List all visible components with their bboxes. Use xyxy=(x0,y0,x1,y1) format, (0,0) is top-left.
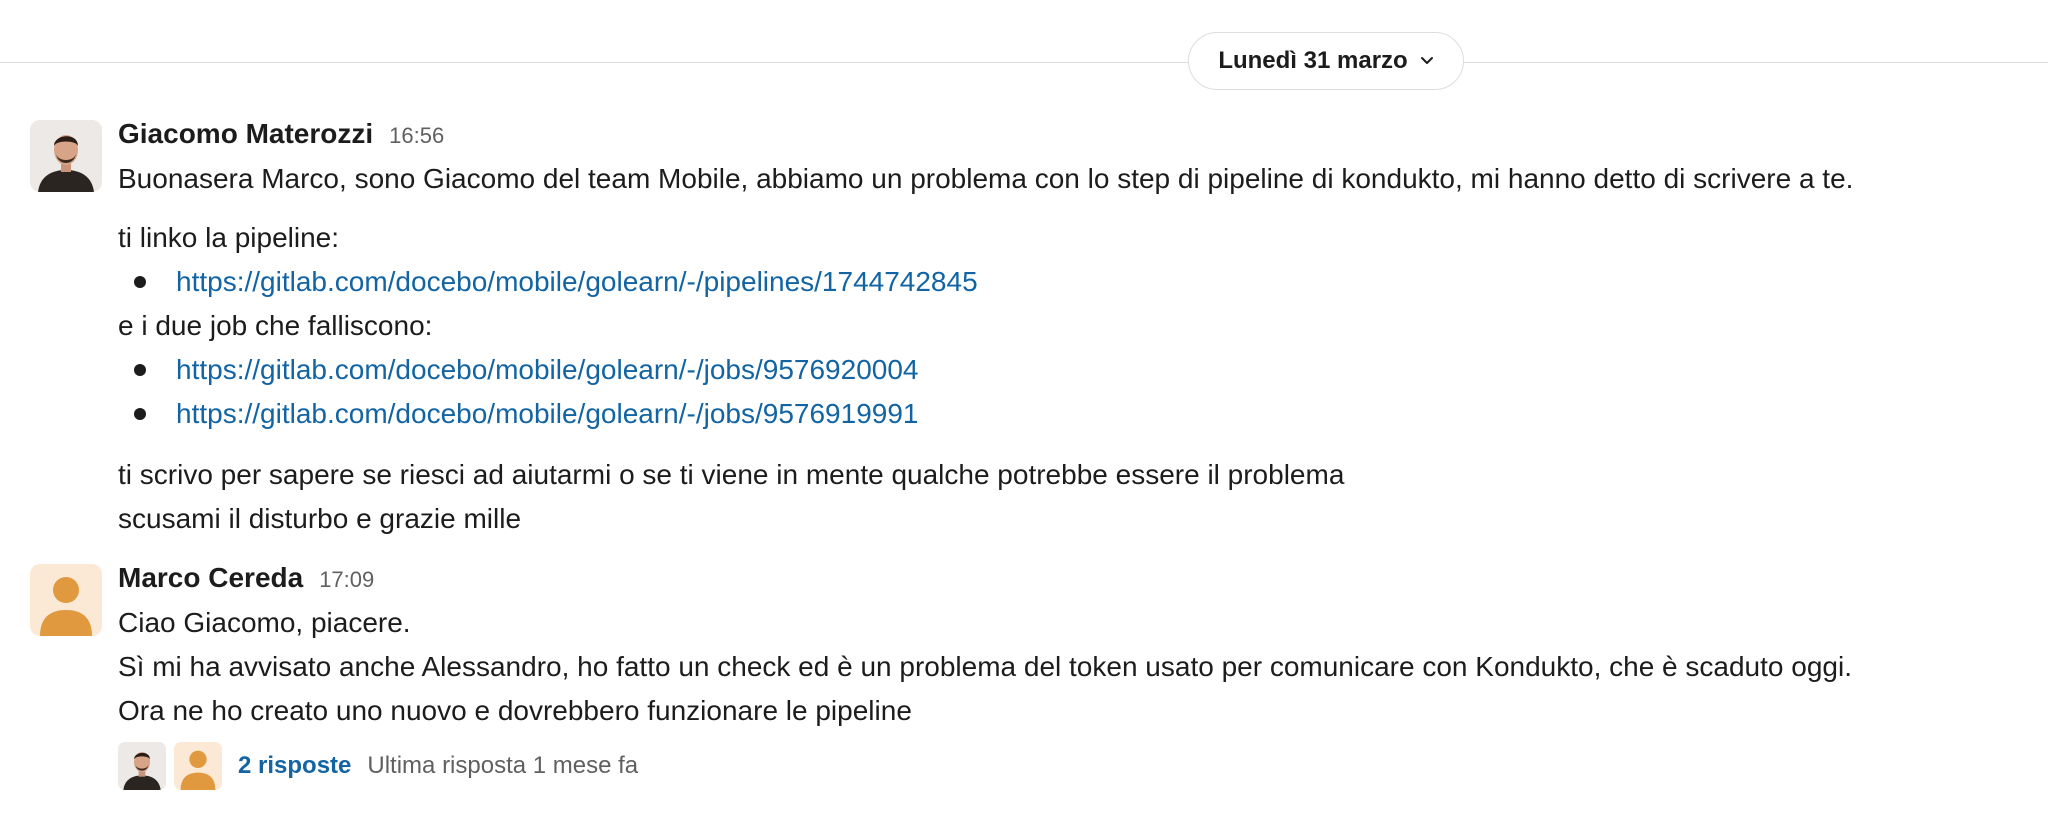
job-link[interactable]: https://gitlab.com/docebo/mobile/golearn… xyxy=(176,352,919,388)
message-text: ti linko la pipeline: xyxy=(118,222,340,253)
pipeline-link[interactable]: https://gitlab.com/docebo/mobile/golearn… xyxy=(176,264,978,300)
message-text: Sì mi ha avvisato anche Alessandro, ho f… xyxy=(118,651,1852,682)
list-item: https://gitlab.com/docebo/mobile/golearn… xyxy=(130,396,919,432)
message-text: Ciao Giacomo, piacere. xyxy=(118,607,411,638)
job-link[interactable]: https://gitlab.com/docebo/mobile/golearn… xyxy=(176,396,919,432)
bullet-icon xyxy=(134,276,146,288)
message-header: Giacomo Materozzi 16:56 xyxy=(118,118,444,150)
date-divider-label: Lunedì 31 marzo xyxy=(1218,47,1408,74)
thread-replies-link[interactable]: 2 risposte xyxy=(238,752,351,780)
sender-name[interactable]: Giacomo Materozzi xyxy=(118,118,373,150)
chevron-down-icon xyxy=(1420,56,1434,66)
thread-avatar-giacomo xyxy=(118,742,166,790)
list-item: https://gitlab.com/docebo/mobile/golearn… xyxy=(130,352,919,388)
message-timestamp[interactable]: 16:56 xyxy=(389,123,444,149)
sender-name[interactable]: Marco Cereda xyxy=(118,562,303,594)
bullet-icon xyxy=(134,364,146,376)
list-item: https://gitlab.com/docebo/mobile/golearn… xyxy=(130,264,978,300)
thread-summary[interactable]: 2 risposte Ultima risposta 1 mese fa xyxy=(118,742,638,790)
message-header: Marco Cereda 17:09 xyxy=(118,562,374,594)
date-divider-line xyxy=(0,62,2048,63)
message-text: scusami il disturbo e grazie mille xyxy=(118,503,522,534)
thread-last-reply: Ultima risposta 1 mese fa xyxy=(367,752,639,779)
bullet-icon xyxy=(134,408,146,420)
avatar-marco[interactable] xyxy=(30,564,102,636)
message-timestamp[interactable]: 17:09 xyxy=(319,567,374,593)
message-text: Buonasera Marco, sono Giacomo del team M… xyxy=(118,163,1854,194)
message-text: Ora ne ho creato uno nuovo e dovrebbero … xyxy=(118,695,912,726)
date-divider-button[interactable]: Lunedì 31 marzo xyxy=(1188,32,1464,90)
avatar-giacomo[interactable] xyxy=(30,120,102,192)
message-text: e i due job che falliscono: xyxy=(118,310,433,341)
thread-avatar-marco xyxy=(174,742,222,790)
message-text: ti scrivo per sapere se riesci ad aiutar… xyxy=(118,459,1345,490)
